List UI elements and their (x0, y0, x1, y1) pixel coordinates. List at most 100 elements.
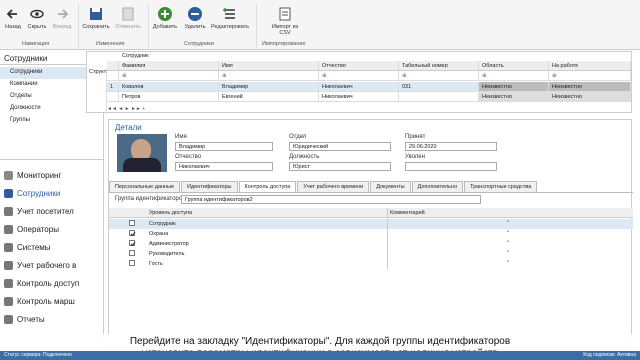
tab-access-control[interactable]: Контроль доступа (238, 181, 297, 192)
access-checkbox[interactable] (129, 230, 136, 237)
table-row[interactable]: Петров Евгений Николаевич Неизвестно Неи… (107, 92, 631, 102)
visitor-icon (4, 206, 13, 216)
delete-button[interactable]: Удалить (182, 6, 208, 30)
patronymic-field[interactable]: Николаевич (175, 162, 273, 171)
system-icon (4, 242, 13, 252)
column-header[interactable]: Имя (219, 61, 319, 70)
access-checkbox[interactable] (129, 240, 136, 247)
details-title: Детали (115, 123, 142, 132)
comment-edit-icon[interactable]: ▫ (387, 239, 517, 249)
hide-button[interactable]: Скрыть (26, 6, 48, 30)
module-operators[interactable]: Операторы (0, 220, 104, 238)
column-header[interactable]: Отчество (319, 61, 399, 70)
tab-personal-data[interactable]: Персональные данные (109, 181, 181, 192)
access-checkbox[interactable] (129, 250, 135, 256)
module-route-control[interactable]: Контроль марш (0, 292, 104, 310)
eye-icon (30, 9, 44, 19)
users-icon (4, 188, 13, 198)
access-checkbox[interactable] (129, 260, 135, 266)
status-bar: Статус сервера: Подключено Код подписки:… (0, 351, 640, 360)
access-level-name: Руководитель (149, 251, 185, 257)
module-monitoring[interactable]: Мониторинг (0, 166, 104, 184)
column-header[interactable]: Фамилия (119, 61, 219, 70)
edit-button[interactable]: Редактировать (210, 6, 250, 30)
dismissal-date-field[interactable] (405, 162, 497, 171)
monitor-icon (4, 170, 13, 180)
group-label: Сотрудники (184, 41, 214, 47)
filter-icon[interactable]: ⊕ (119, 71, 219, 80)
grid-group-header: Сотрудник (122, 53, 149, 59)
minus-icon (188, 7, 202, 21)
back-button[interactable]: Назад (4, 6, 22, 30)
column-header[interactable]: Область (479, 61, 549, 70)
tab-vehicles[interactable]: Транспортные средства (464, 181, 538, 192)
comment-edit-icon[interactable]: ▫ (387, 229, 517, 239)
table-row[interactable]: 1 Ковалев Владимир Николаевич 031 Неизве… (107, 82, 631, 92)
access-level-name: Охрана (149, 231, 169, 237)
access-level-row[interactable]: Администратор ▫ (109, 239, 633, 249)
filter-icon[interactable]: ⊕ (479, 71, 549, 80)
import-csv-button[interactable]: Импорт из CSV (268, 6, 302, 36)
module-time-tracking[interactable]: Учет рабочего в (0, 256, 104, 274)
tab-documents[interactable]: Документы (370, 181, 411, 192)
filter-icon[interactable]: ⊕ (549, 71, 631, 80)
module-reports[interactable]: Отчеты (0, 310, 104, 328)
column-header[interactable]: Комментарий (387, 208, 517, 217)
access-level-row[interactable]: Охрана ▫ (109, 229, 633, 239)
details-panel: Детали Имя Владимир Отчество Николаевич … (108, 119, 633, 351)
save-button[interactable]: Сохранить (82, 6, 110, 30)
clock-icon (4, 260, 13, 270)
save-icon (90, 8, 102, 20)
department-select[interactable]: Юридический (289, 142, 391, 151)
access-level-row[interactable]: Руководитель ▫ (109, 249, 633, 259)
module-access-control[interactable]: Контроль доступ (0, 274, 104, 292)
import-icon (279, 7, 291, 21)
access-level-name: Администратор (149, 241, 189, 247)
hire-date-field[interactable]: 29.06.2020 (405, 142, 497, 151)
lock-icon (4, 278, 13, 288)
report-icon (4, 314, 13, 324)
route-icon (4, 296, 13, 306)
group-label: Изменения (96, 41, 125, 47)
group-label: Импортирование (262, 41, 306, 47)
edit-list-icon (223, 8, 235, 19)
detail-tabs: Персональные данные Идентификаторы Контр… (109, 181, 538, 192)
module-visitors[interactable]: Учет посетител (0, 202, 104, 220)
undo-icon (122, 7, 134, 21)
first-name-field[interactable]: Владимир (175, 142, 273, 151)
access-level-row[interactable]: Гость ▫ (109, 259, 633, 269)
access-header-row: Уровень доступа Комментарий (109, 208, 633, 218)
filter-icon[interactable]: ⊕ (219, 71, 319, 80)
column-header[interactable]: На работе (549, 61, 631, 70)
filter-row[interactable]: ⊕ ⊕ ⊕ ⊕ ⊕ ⊕ (107, 71, 631, 81)
filter-icon[interactable]: ⊕ (319, 71, 399, 80)
comment-edit-icon[interactable]: ▫ (387, 249, 517, 259)
undo-button[interactable]: Отменить (114, 6, 142, 30)
employee-grid: Сотрудник Структ Фамилия Имя Отчество Та… (86, 51, 632, 114)
access-level-name: Гость (149, 261, 163, 267)
tab-time-tracking[interactable]: Учет рабочего времени (297, 181, 370, 192)
forward-button[interactable]: Вперед (52, 6, 72, 30)
grid-pager[interactable]: ◄◄ ◄ ► ►► + (107, 106, 145, 112)
access-level-row[interactable]: Сотрудник ▫ (109, 219, 633, 229)
module-systems[interactable]: Системы (0, 238, 104, 256)
employee-photo (117, 134, 167, 172)
nav-item-groups[interactable]: Группы (0, 115, 103, 127)
tab-identifiers[interactable]: Идентификаторы (181, 181, 238, 192)
column-header[interactable]: Уровень доступа (147, 208, 387, 217)
filter-icon[interactable]: ⊕ (399, 71, 479, 80)
group-label: Навигация (22, 41, 50, 47)
access-level-name: Сотрудник (149, 221, 176, 227)
module-employees[interactable]: Сотрудники (0, 184, 104, 202)
position-select[interactable]: Юрист (289, 162, 391, 171)
back-arrow-icon (6, 9, 17, 19)
comment-edit-icon[interactable]: ▫ (387, 259, 517, 269)
ribbon-toolbar: Назад Скрыть Вперед Сохранить Отменить Д… (0, 0, 640, 50)
access-checkbox[interactable] (129, 220, 135, 226)
comment-edit-icon[interactable]: ▫ (387, 219, 517, 229)
tab-additional[interactable]: Дополнительно (411, 181, 464, 192)
add-button[interactable]: Добавить (152, 6, 178, 30)
id-group-select[interactable]: Группа идентификаторов2 (181, 195, 481, 204)
structure-column: Структ (87, 68, 107, 114)
column-header[interactable]: Табельный номер (399, 61, 479, 70)
